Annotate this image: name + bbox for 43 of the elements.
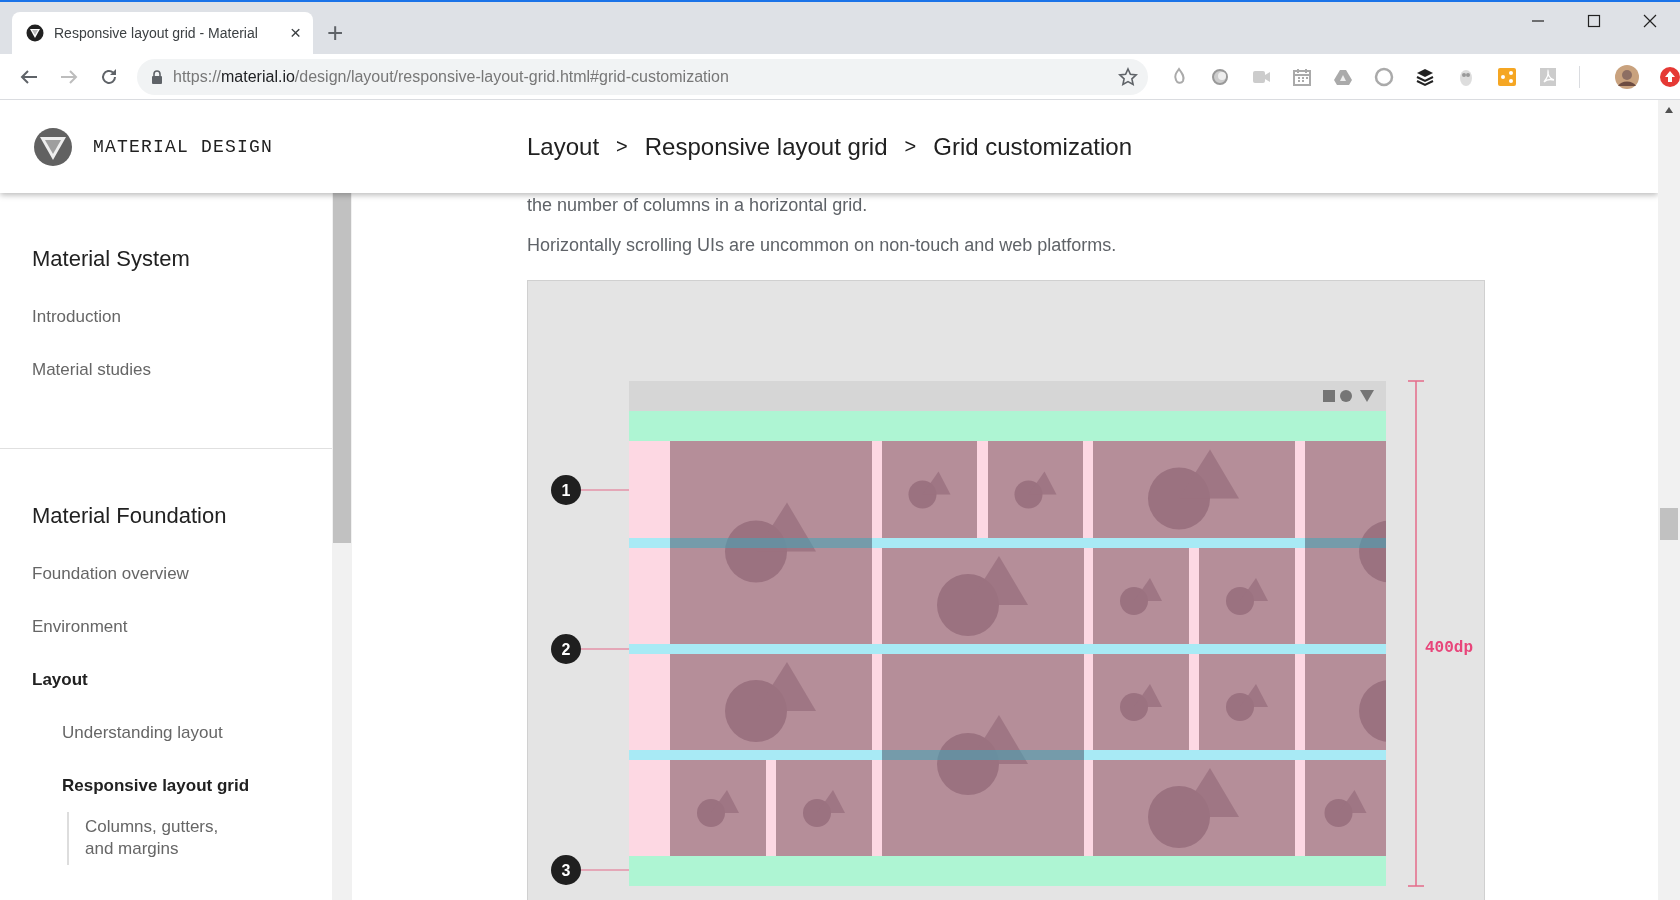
layers-icon[interactable] bbox=[1415, 66, 1435, 87]
breadcrumb-separator: > bbox=[616, 135, 628, 158]
scrollbar-thumb[interactable] bbox=[1660, 508, 1678, 540]
breadcrumb-separator: > bbox=[904, 135, 917, 158]
star-icon[interactable] bbox=[1118, 66, 1138, 87]
leader-line bbox=[580, 489, 630, 491]
body-text: the number of columns in a horizontal grid. bbox=[527, 194, 869, 216]
update-icon[interactable] bbox=[1660, 66, 1680, 87]
nav-item[interactable]: Layout bbox=[32, 653, 332, 706]
body-text: Horizontally scrolling UIs are uncommon on non-touch and web platforms. bbox=[527, 234, 1118, 256]
dimension-label: 400dp bbox=[1425, 639, 1473, 657]
nav-section-title: Material Foundation bbox=[32, 502, 228, 530]
breadcrumb-link[interactable]: Responsive layout grid bbox=[644, 132, 888, 161]
maximize-icon[interactable] bbox=[1586, 13, 1602, 29]
avatar-icon[interactable] bbox=[1615, 64, 1639, 89]
close-icon[interactable] bbox=[1642, 13, 1658, 29]
logo-icon[interactable] bbox=[26, 24, 44, 42]
site-title[interactable]: MATERIAL DESIGN bbox=[93, 136, 274, 157]
nav-item[interactable]: Foundation overview bbox=[32, 547, 332, 600]
new-tab-button[interactable]: + bbox=[327, 18, 344, 48]
ring-icon[interactable] bbox=[1210, 66, 1230, 87]
close-tab-button[interactable]: × bbox=[289, 23, 301, 43]
scroll-up-icon[interactable] bbox=[1664, 106, 1674, 114]
callout-badge: 2 bbox=[551, 634, 581, 664]
leader-line bbox=[580, 648, 630, 650]
breadcrumb-current: Grid customization bbox=[933, 132, 1132, 161]
browser-tab[interactable]: Responsive layout grid - Material × bbox=[12, 12, 313, 54]
callout-badge: 3 bbox=[551, 855, 581, 885]
address-bar[interactable]: https://material.io/design/layout/responsive-layout-grid.html#grid-customization bbox=[137, 58, 1148, 95]
nav-item[interactable]: Introduction bbox=[32, 290, 332, 343]
scrollbar-thumb[interactable] bbox=[333, 193, 351, 543]
lock-icon[interactable] bbox=[151, 69, 163, 84]
calendar-icon[interactable] bbox=[1292, 66, 1312, 87]
leader-line bbox=[580, 869, 630, 871]
nav-item[interactable]: Columns, gutters, and margins bbox=[85, 812, 235, 865]
logo-icon[interactable] bbox=[33, 126, 73, 167]
nav-item[interactable]: Understanding layout bbox=[62, 706, 332, 759]
nav-item[interactable]: Material studies bbox=[32, 343, 332, 396]
callout-badge: 1 bbox=[551, 475, 581, 505]
nav-section-title: Material System bbox=[32, 245, 191, 273]
nav-item[interactable]: Responsive layout grid bbox=[62, 759, 332, 812]
nav-item[interactable]: Environment bbox=[32, 600, 332, 653]
breadcrumb-link[interactable]: Layout bbox=[527, 132, 600, 161]
